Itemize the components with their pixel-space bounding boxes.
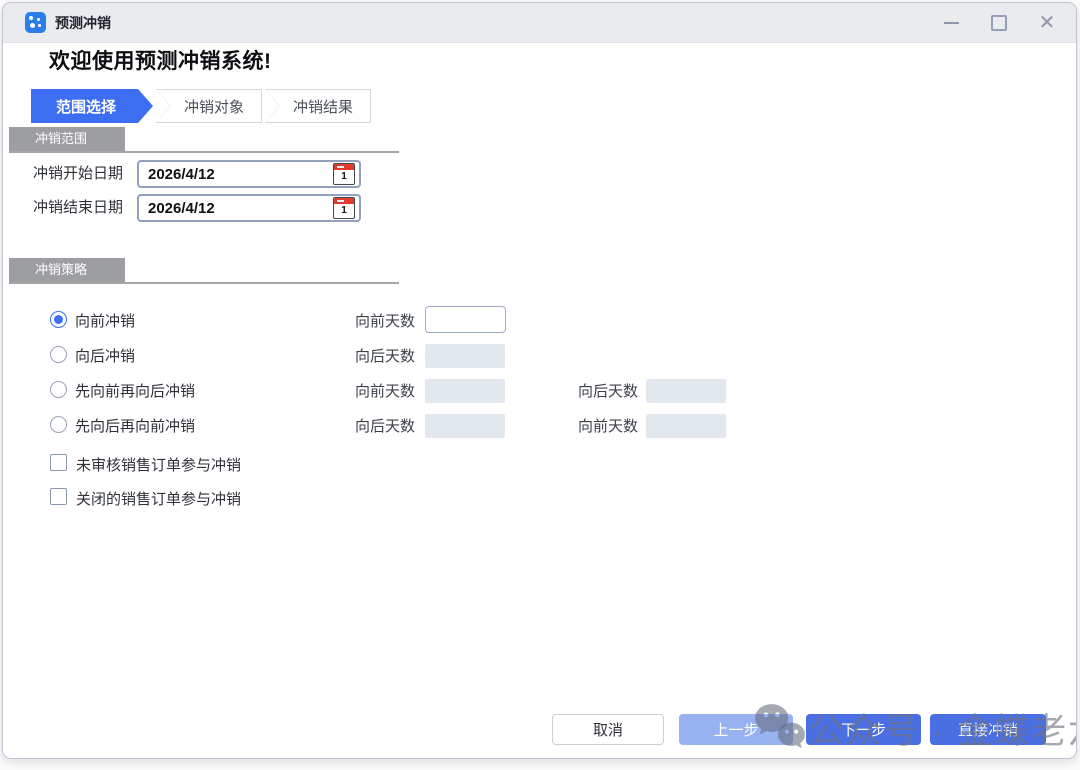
forward-days-label: 向前天数 (355, 310, 415, 331)
dialog-window: 预测冲销 ✕ 欢迎使用预测冲销系统! 范围选择 冲销对象 冲销结果 冲销范围 冲… (2, 2, 1077, 759)
next-step-button[interactable]: 下一步 (806, 714, 921, 745)
title-bar: 预测冲销 ✕ (3, 3, 1076, 43)
radio-forward[interactable] (50, 311, 67, 328)
page-title: 欢迎使用预测冲销系统! (49, 45, 272, 75)
app-logo-icon (25, 12, 46, 33)
wizard-step-scope[interactable]: 范围选择 (31, 89, 153, 123)
calendar-icon[interactable]: 1 (333, 197, 355, 219)
end-date-field: 1 (137, 194, 361, 222)
close-icon[interactable]: ✕ (1038, 14, 1056, 32)
section-strategy: 冲销策略 (9, 258, 399, 284)
bf-backward-days-input (425, 414, 505, 438)
bf-forward-days-input (646, 414, 726, 438)
start-date-field: 1 (137, 160, 361, 188)
radio-backward-forward-label: 先向后再向前冲销 (75, 415, 195, 436)
previous-step-button[interactable]: 上一步 (679, 714, 793, 745)
radio-forward-backward-label: 先向前再向后冲销 (75, 380, 195, 401)
radio-forward-label: 向前冲销 (75, 310, 135, 331)
bf-forward-days-label: 向前天数 (578, 415, 638, 436)
end-date-label: 冲销结束日期 (33, 194, 123, 222)
section-strategy-title: 冲销策略 (9, 258, 125, 282)
calendar-icon[interactable]: 1 (333, 163, 355, 185)
section-scope: 冲销范围 (9, 127, 399, 153)
backward-days-label: 向后天数 (355, 345, 415, 366)
radio-backward-label: 向后冲销 (75, 345, 135, 366)
option-row-forward: 向前冲销 向前天数 (3, 308, 1076, 336)
fb-backward-days-input (646, 379, 726, 403)
maximize-icon[interactable] (990, 14, 1008, 32)
checkbox-closed-orders-label: 关闭的销售订单参与冲销 (76, 488, 241, 509)
fb-backward-days-label: 向后天数 (578, 380, 638, 401)
wizard-steps: 范围选择 冲销对象 冲销结果 (31, 89, 371, 123)
checkbox-unaudited-orders-label: 未审核销售订单参与冲销 (76, 454, 241, 475)
section-scope-title: 冲销范围 (9, 127, 125, 151)
wizard-step-objects[interactable]: 冲销对象 (156, 89, 262, 123)
checkbox-unaudited-orders[interactable] (50, 454, 67, 471)
window-controls: ✕ (942, 14, 1056, 32)
fb-forward-days-input (425, 379, 505, 403)
option-row-forward-backward: 先向前再向后冲销 向前天数 向后天数 (3, 378, 1076, 406)
radio-backward-forward[interactable] (50, 416, 67, 433)
end-date-input[interactable] (146, 199, 333, 218)
backward-days-input (425, 344, 505, 368)
wizard-step-result[interactable]: 冲销结果 (265, 89, 371, 123)
start-date-label: 冲销开始日期 (33, 160, 123, 188)
radio-forward-backward[interactable] (50, 381, 67, 398)
checkbox-row-unaudited: 未审核销售订单参与冲销 (3, 453, 1076, 477)
direct-writeoff-button[interactable]: 直接冲销 (930, 714, 1046, 745)
forward-days-input[interactable] (425, 306, 506, 333)
cancel-button[interactable]: 取消 (552, 714, 664, 745)
checkbox-closed-orders[interactable] (50, 488, 67, 505)
window-title: 预测冲销 (55, 13, 111, 33)
option-row-backward-forward: 先向后再向前冲销 向后天数 向前天数 (3, 413, 1076, 441)
minimize-icon[interactable] (942, 14, 960, 32)
option-row-backward: 向后冲销 向后天数 (3, 343, 1076, 371)
start-date-input[interactable] (146, 165, 333, 184)
bf-backward-days-label: 向后天数 (355, 415, 415, 436)
checkbox-row-closed: 关闭的销售订单参与冲销 (3, 487, 1076, 511)
fb-forward-days-label: 向前天数 (355, 380, 415, 401)
radio-backward[interactable] (50, 346, 67, 363)
